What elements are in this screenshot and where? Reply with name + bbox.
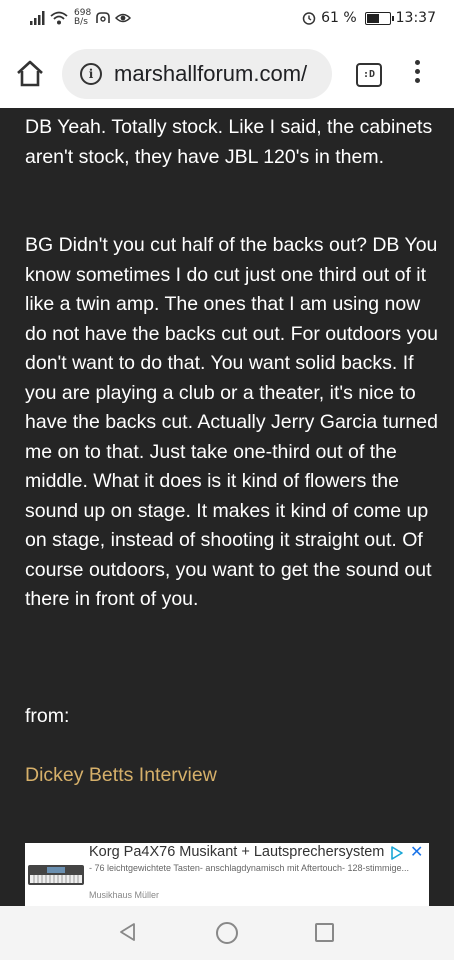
interview-link[interactable]: Dickey Betts Interview (25, 761, 217, 791)
alarm-icon (302, 12, 316, 25)
signal-icon (30, 11, 45, 25)
status-left: 698 B/s (30, 9, 132, 27)
paragraph-1: DB Yeah. Totally stock. Like I said, the… (25, 116, 433, 168)
ad-description[interactable]: - 76 leichtgewichtete Tasten- anschlagdy… (89, 862, 419, 874)
home-icon[interactable] (14, 58, 46, 90)
overflow-menu-icon[interactable] (410, 60, 424, 88)
battery-percent: 61 % (321, 10, 357, 26)
nfc-icon (96, 12, 110, 23)
ad-source: Musikhaus Müller (89, 890, 160, 900)
clock: 13:37 (395, 10, 436, 26)
network-speed-unit: B/s (74, 17, 88, 27)
wifi-icon (50, 11, 68, 25)
ad-close-icon[interactable]: ✕ (410, 842, 423, 862)
info-icon[interactable]: i (80, 63, 102, 85)
address-bar[interactable]: i marshallforum.com/ (62, 49, 332, 99)
back-icon[interactable] (118, 922, 138, 942)
battery-fill (366, 13, 379, 23)
paragraph-2: BG Didn't you cut half of the backs out?… (25, 234, 439, 610)
adchoices-icon[interactable] (390, 846, 404, 860)
article-content: DB Yeah. Totally stock. Like I said, the… (0, 108, 454, 840)
home-nav-icon[interactable] (216, 922, 238, 944)
eye-icon (115, 13, 132, 23)
browser-toolbar: i marshallforum.com/ :D (0, 38, 454, 109)
battery-icon (364, 11, 394, 25)
recent-apps-icon[interactable] (315, 923, 334, 942)
system-nav-bar (0, 906, 454, 960)
keyboard-thumbnail[interactable] (27, 859, 85, 891)
tab-switcher-button[interactable]: :D (356, 63, 382, 87)
url-text[interactable]: marshallforum.com/ (114, 61, 307, 87)
network-speed: 698 B/s (74, 9, 91, 27)
ad-banner[interactable]: Korg Pa4X76 Musikant + Lautsprechersyste… (25, 843, 429, 906)
from-label: from: (25, 705, 70, 727)
ad-title[interactable]: Korg Pa4X76 Musikant + Lautsprechersyste… (89, 844, 389, 860)
status-right: 61 % 13:37 (302, 10, 436, 26)
status-bar: 698 B/s 61 % 13:37 (0, 0, 454, 38)
